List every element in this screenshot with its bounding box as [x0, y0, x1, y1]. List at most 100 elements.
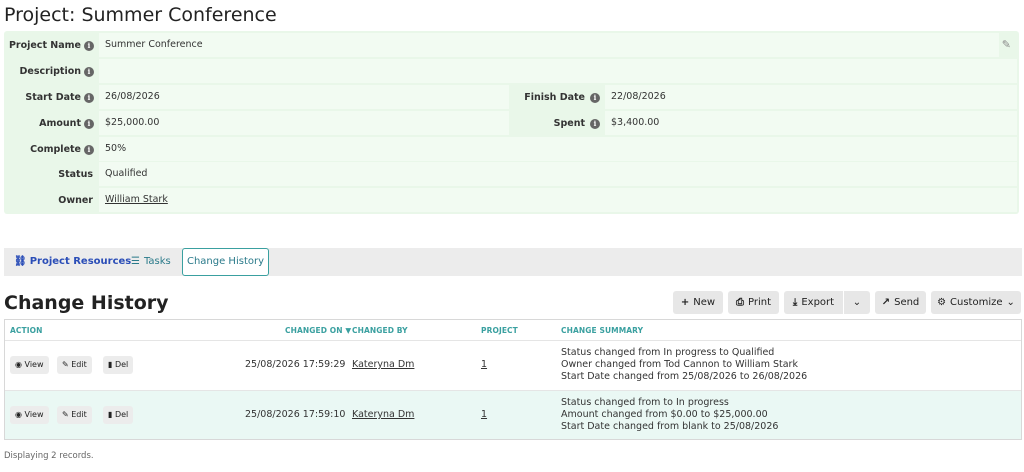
field-dates: Start Date i 26/08/2026 Finish Date i 22…	[4, 85, 1019, 109]
amount-label: Amount	[39, 118, 81, 129]
info-icon[interactable]: i	[590, 93, 600, 103]
export-button[interactable]: ⤓ Export	[784, 291, 843, 314]
info-icon[interactable]: i	[84, 67, 94, 77]
edit-label: Edit	[71, 410, 87, 419]
owner-link[interactable]: William Stark	[105, 194, 168, 205]
project-name-label: Project Name	[8, 40, 81, 51]
start-date-label: Start Date	[25, 92, 81, 103]
print-button[interactable]: ⎙ Print	[728, 291, 779, 314]
sort-desc-icon: ▼	[345, 326, 352, 335]
view-label: View	[24, 360, 44, 369]
spent-value[interactable]: $3,400.00	[605, 111, 1017, 135]
spent-label: Spent	[553, 118, 585, 129]
delete-label: Del	[114, 360, 129, 369]
field-status: Status Qualified	[4, 162, 1019, 186]
header-changed-on-label: CHANGED ON	[285, 326, 343, 335]
status-value[interactable]: Qualified	[99, 162, 1017, 186]
project-form: ✎ Project Name i Summer Conference Descr…	[4, 31, 1019, 214]
owner-value: William Stark	[99, 188, 1017, 212]
field-owner: Owner William Stark	[4, 188, 1019, 212]
info-icon[interactable]: i	[590, 119, 600, 129]
complete-value[interactable]: 50%	[99, 137, 1017, 161]
changed-by-link[interactable]: Kateryna Dm	[352, 409, 414, 420]
summary-line: Owner changed from Tod Cannon to William…	[561, 359, 798, 370]
summary-line: Start Date changed from blank to 25/08/2…	[561, 421, 779, 432]
project-link[interactable]: 1	[481, 409, 487, 420]
info-icon[interactable]: i	[84, 119, 94, 129]
view-button[interactable]: ◉ View	[10, 406, 49, 424]
view-button[interactable]: ◉ View	[10, 356, 49, 374]
header-project[interactable]: PROJECT	[481, 326, 518, 335]
edit-button[interactable]: ✎ Edit	[57, 406, 92, 424]
section-title: Change History	[4, 292, 169, 314]
info-icon[interactable]: i	[84, 145, 94, 155]
eye-icon: ◉	[15, 360, 22, 369]
description-label: Description	[19, 66, 81, 77]
header-changed-by[interactable]: CHANGED BY	[352, 326, 408, 335]
change-summary-cell: Status changed from In progress to Quali…	[561, 347, 807, 383]
edit-icon: ✎	[62, 410, 69, 419]
trash-icon: ▮	[108, 360, 113, 369]
description-value[interactable]	[99, 59, 1017, 83]
project-name-value[interactable]: Summer Conference	[99, 33, 999, 57]
amount-value[interactable]: $25,000.00	[99, 111, 509, 135]
record-count: Displaying 2 records.	[4, 451, 94, 461]
delete-label: Del	[114, 410, 129, 419]
tab-tasks[interactable]: ☰ Tasks	[131, 248, 171, 276]
task-list-icon: ☰	[131, 256, 140, 267]
edit-button[interactable]: ✎ Edit	[57, 356, 92, 374]
field-description: Description i	[4, 59, 1019, 83]
link-icon: ⛓	[14, 256, 27, 267]
change-summary-cell: Status changed from to In progress Amoun…	[561, 397, 778, 433]
customize-button[interactable]: ⚙ Customize ⌄	[931, 291, 1021, 314]
finish-date-label: Finish Date	[524, 92, 585, 103]
delete-button[interactable]: ▮ Del	[103, 356, 134, 374]
send-label: Send	[894, 297, 920, 308]
edit-icon: ✎	[62, 360, 69, 369]
tab-label: Project Resources	[29, 256, 132, 267]
info-icon[interactable]: i	[84, 93, 94, 103]
customize-label: Customize	[950, 297, 1003, 308]
project-link[interactable]: 1	[481, 359, 487, 370]
changed-on-cell: 25/08/2026 17:59:29	[245, 359, 346, 370]
export-label: Export	[801, 297, 835, 308]
info-icon[interactable]: i	[84, 41, 94, 51]
delete-button[interactable]: ▮ Del	[103, 406, 134, 424]
complete-label: Complete	[30, 144, 81, 155]
share-icon: ↗	[881, 297, 891, 308]
gear-icon: ⚙	[937, 297, 947, 308]
header-change-summary[interactable]: CHANGE SUMMARY	[561, 326, 643, 335]
field-amounts: Amount i $25,000.00 Spent i $3,400.00	[4, 111, 1019, 135]
new-label: New	[693, 297, 716, 308]
field-project-name: Project Name i Summer Conference	[4, 33, 1019, 57]
printer-icon: ⎙	[735, 297, 744, 308]
header-changed-on[interactable]: CHANGED ON ▼	[285, 326, 351, 335]
page-title: Project: Summer Conference	[4, 4, 277, 26]
export-dropdown-button[interactable]: ⌄	[844, 291, 870, 314]
tab-project-resources[interactable]: ⛓ Project Resources	[14, 248, 131, 276]
header-action: ACTION	[10, 326, 43, 335]
changed-on-cell: 25/08/2026 17:59:10	[245, 409, 346, 420]
summary-line: Status changed from to In progress	[561, 397, 729, 408]
plus-icon: +	[680, 297, 690, 308]
owner-label: Owner	[58, 195, 93, 206]
status-label: Status	[58, 169, 93, 180]
finish-date-value[interactable]: 22/08/2026	[605, 85, 1017, 109]
changed-by-link[interactable]: Kateryna Dm	[352, 359, 414, 370]
table-row: ◉ View ✎ Edit ▮ Del 25/08/2026 17:59:10 …	[5, 390, 1021, 439]
new-button[interactable]: + New	[673, 291, 723, 314]
view-label: View	[24, 410, 44, 419]
tab-bar: ⛓ Project Resources ☰ Tasks Change History	[4, 248, 1022, 276]
eye-icon: ◉	[15, 410, 22, 419]
tab-change-history[interactable]: Change History	[182, 248, 269, 276]
trash-icon: ▮	[108, 410, 113, 419]
start-date-value[interactable]: 26/08/2026	[99, 85, 509, 109]
send-button[interactable]: ↗ Send	[875, 291, 926, 314]
print-label: Print	[747, 297, 771, 308]
change-history-grid: ACTION CHANGED ON ▼ CHANGED BY PROJECT C…	[4, 319, 1022, 440]
download-icon: ⤓	[792, 297, 798, 308]
chevron-down-icon: ⌄	[852, 297, 862, 308]
table-row: ◉ View ✎ Edit ▮ Del 25/08/2026 17:59:29 …	[5, 340, 1021, 389]
summary-line: Start Date changed from 25/08/2026 to 26…	[561, 371, 808, 382]
summary-line: Amount changed from $0.00 to $25,000.00	[561, 409, 768, 420]
